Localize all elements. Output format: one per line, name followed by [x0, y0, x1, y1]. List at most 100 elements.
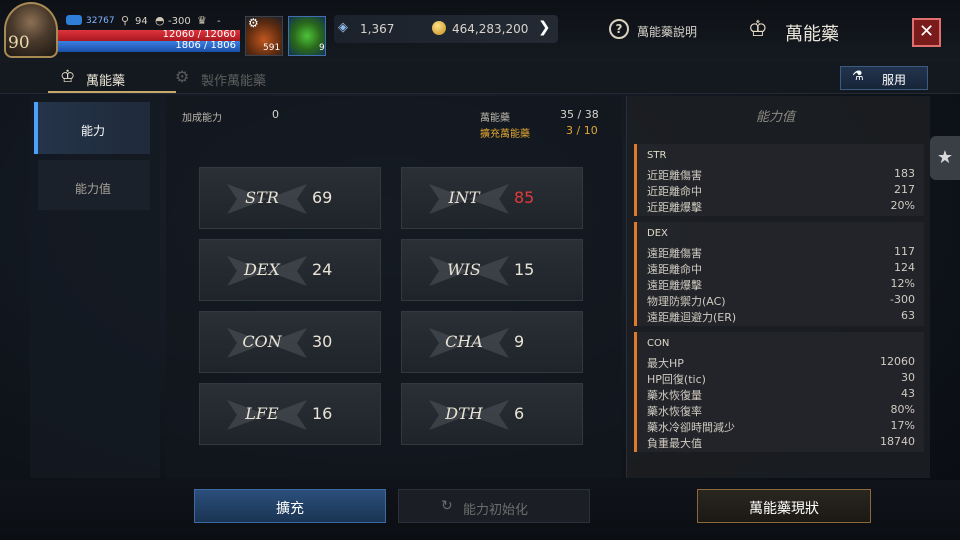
- stat-value: 9: [514, 332, 525, 351]
- gold-value: 464,283,200: [452, 22, 529, 36]
- stat-name: DTH: [445, 404, 483, 423]
- gold-coin-icon: [432, 21, 446, 35]
- attribute-label: 近距離命中: [647, 185, 702, 198]
- attribute-label: 藥水恢復量: [647, 389, 702, 402]
- reset-ability-button[interactable]: ↻ 能力初始化: [398, 489, 590, 523]
- stat-name: DEX: [244, 260, 280, 279]
- gear-icon: ⚙: [248, 16, 259, 30]
- elixir-title-icon: ♔: [748, 17, 768, 42]
- page-title: 萬能藥: [785, 24, 839, 45]
- stat-card-dex[interactable]: DEX 24: [199, 239, 381, 301]
- expand-button[interactable]: 擴充: [194, 489, 386, 523]
- attribute-label: 遠距離命中: [647, 263, 702, 276]
- tab-craft-elixir[interactable]: 製作萬能藥: [201, 70, 266, 89]
- exp-icon: [66, 15, 82, 25]
- chevron-right-icon[interactable]: ❯: [538, 18, 551, 36]
- crystal-icon: ◈: [338, 20, 348, 35]
- elixir-status-label: 萬能藥現狀: [749, 501, 819, 517]
- stat-card-int[interactable]: INT 85: [401, 167, 583, 229]
- key-icon: ⚲: [121, 14, 130, 27]
- help-icon[interactable]: ?: [609, 19, 629, 39]
- attribute-group-con: CON 最大HP 12060 HP回復(tic) 30 藥水恢復量 43 藥水恢復率 80% 藥水…: [634, 332, 924, 452]
- trophy-icon: ♛: [197, 14, 207, 27]
- attribute-label: 最大HP: [647, 357, 684, 370]
- attribute-group-str: STR 近距離傷害 183 近距離命中 217 近距離爆擊 20%: [634, 144, 924, 216]
- potion-icon: ⚗: [852, 69, 864, 84]
- helmet-icon: ◓: [155, 14, 165, 27]
- stat-value: 30: [312, 332, 333, 351]
- use-elixir-label: 服用: [882, 73, 907, 87]
- attribute-label: 藥水冷卻時間減少: [647, 421, 735, 434]
- attribute-label: 藥水恢復率: [647, 405, 702, 418]
- attribute-value: 43: [901, 387, 915, 400]
- trophy-value: -: [217, 16, 221, 27]
- expand-elixir-value: 3 / 10: [566, 124, 598, 137]
- exp-value: 32767: [86, 16, 115, 26]
- attribute-label: 近距離爆擊: [647, 201, 702, 214]
- stat-card-lfe[interactable]: LFE 16: [199, 383, 381, 445]
- stat-card-cha[interactable]: CHA 9: [401, 311, 583, 373]
- attribute-label: 遠距離爆擊: [647, 279, 702, 292]
- tab-elixir-label: 萬能藥: [86, 74, 126, 89]
- attribute-label: 遠距離傷害: [647, 247, 702, 260]
- stat-name: CON: [242, 332, 282, 351]
- stat-card-wis[interactable]: WIS 15: [401, 239, 583, 301]
- attribute-value: 18740: [880, 435, 915, 448]
- stat-name: INT: [448, 188, 480, 207]
- elixir-count-value: 35 / 38: [560, 108, 599, 121]
- expand-elixir-label: 擴充萬能藥: [480, 129, 530, 140]
- stat-card-con[interactable]: CON 30: [199, 311, 381, 373]
- stat-card-dth[interactable]: DTH 6: [401, 383, 583, 445]
- stat-value: 15: [514, 260, 535, 279]
- player-level: 90: [8, 33, 30, 53]
- stat-name: WIS: [447, 260, 481, 279]
- refresh-icon: ↻: [441, 498, 453, 514]
- attribute-label: 近距離傷害: [647, 169, 702, 182]
- close-button[interactable]: ✕: [912, 18, 941, 47]
- stat-name: STR: [245, 188, 279, 207]
- attribute-group-title: CON: [647, 338, 670, 349]
- attribute-label: 物理防禦力(AC): [647, 295, 726, 308]
- attribute-group-dex: DEX 遠距離傷害 117 遠距離命中 124 遠距離爆擊 12% 物理防禦力(AC) -300…: [634, 222, 924, 326]
- star-icon[interactable]: ★: [930, 136, 960, 180]
- help-link[interactable]: 萬能藥說明: [637, 23, 697, 40]
- ac-value: -300: [168, 16, 191, 27]
- attribute-value: 117: [894, 245, 915, 258]
- stat-value: 24: [312, 260, 333, 279]
- attribute-group-title: STR: [647, 150, 667, 161]
- crystal-value: 1,367: [360, 22, 395, 36]
- bonus-ability-label: 加成能力: [182, 113, 222, 124]
- attribute-label: 遠距離迴避力(ER): [647, 311, 737, 324]
- attribute-group-title: DEX: [647, 228, 668, 239]
- elixir-tab-icon: ♔: [60, 67, 76, 87]
- attribute-value: 30: [901, 371, 915, 384]
- leaf-count: 9: [319, 43, 325, 53]
- potion-count: 591: [263, 43, 281, 53]
- attribute-value: 80%: [890, 403, 915, 416]
- attribute-value: 17%: [890, 419, 915, 432]
- stat-value: 6: [514, 404, 525, 423]
- expand-button-label: 擴充: [276, 501, 304, 517]
- attribute-value: 12060: [880, 355, 915, 368]
- stat-value: 16: [312, 404, 333, 423]
- attribute-value: -300: [890, 293, 915, 306]
- craft-tab-icon: ⚙: [175, 67, 190, 86]
- reset-ability-label: 能力初始化: [463, 503, 529, 518]
- stat-card-str[interactable]: STR 69: [199, 167, 381, 229]
- hp-text: 12060 / 12060: [162, 29, 236, 40]
- mp-bar: 1806 / 1806: [58, 40, 240, 52]
- mp-text: 1806 / 1806: [175, 40, 236, 51]
- attribute-label: HP回復(tic): [647, 373, 706, 386]
- stat-value: 85: [514, 188, 535, 207]
- attribute-panel-title: 能力值: [756, 110, 796, 125]
- attribute-value: 12%: [890, 277, 915, 290]
- elixir-status-button[interactable]: 萬能藥現狀: [697, 489, 871, 523]
- attribute-value: 124: [894, 261, 915, 274]
- attribute-value: 20%: [890, 199, 915, 212]
- elixir-count-label: 萬能藥: [480, 113, 510, 124]
- stat-name: CHA: [445, 332, 483, 351]
- attribute-value: 63: [901, 309, 915, 322]
- attribute-value: 217: [894, 183, 915, 196]
- stat-name: LFE: [245, 404, 279, 423]
- attribute-label: 負重最大值: [647, 437, 702, 450]
